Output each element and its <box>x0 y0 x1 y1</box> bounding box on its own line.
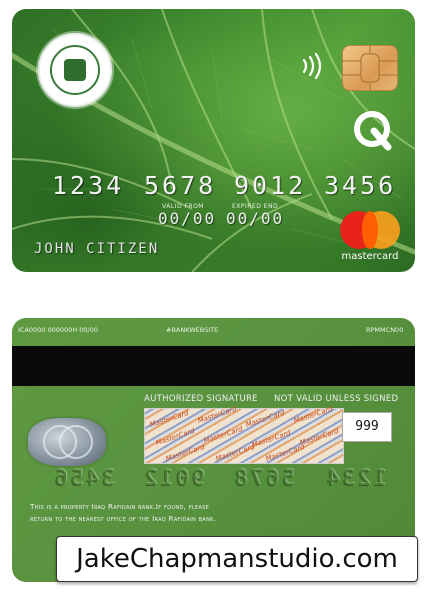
q-logo-icon <box>354 111 392 151</box>
card-number-group-3: 9012 <box>234 171 307 200</box>
card-number-group-2: 5678 <box>144 171 217 200</box>
panel-text: MasterCard <box>250 428 292 450</box>
panel-text: MasterCard <box>244 408 286 430</box>
magnetic-stripe <box>12 346 415 386</box>
panel-text: MasterCard <box>164 442 206 464</box>
card-number-group-1: 1234 <box>52 171 125 200</box>
bank-website: #BANKWEBSITE <box>166 326 219 334</box>
bank-seal-icon <box>38 33 112 107</box>
signature-panel: MasterCard MasterCard MasterCard MasterC… <box>144 404 344 464</box>
cvv-box: 999 <box>342 412 392 442</box>
panel-text: MasterCard <box>298 426 340 448</box>
panel-text: MasterCard <box>148 408 190 430</box>
property-notice: This is a property Iraq Rafidain bank.If… <box>30 501 330 525</box>
watermark-banner: JakeChapmanstudio.com <box>56 536 418 582</box>
expired-end-date: 00/00 <box>226 209 285 228</box>
panel-text: MasterCard <box>292 404 334 426</box>
chip-icon <box>342 45 398 91</box>
mastercard-logo-icon: mastercard <box>334 209 406 262</box>
hologram-icon <box>28 418 106 466</box>
property-line-2: return to the nearest office of the Iraq… <box>30 514 217 523</box>
panel-text: MasterCard <box>202 424 244 446</box>
panel-text: MasterCard <box>214 442 256 464</box>
back-code-right: RPMMCN00 <box>366 326 404 334</box>
panel-text: MasterCard <box>196 404 238 426</box>
contactless-icon <box>302 52 322 80</box>
embossed-group-1: 3456 <box>52 466 115 490</box>
embossed-group-3: 5678 <box>232 466 295 490</box>
cardholder-name: JOHN CITIZEN <box>34 241 160 257</box>
valid-from-date: 00/00 <box>158 209 217 228</box>
mastercard-wordmark: mastercard <box>341 251 399 262</box>
panel-text: MasterCard <box>154 426 196 448</box>
card-front: 1234 5678 9012 3456 VALID FROM EXPIRED E… <box>12 9 415 272</box>
authorized-signature-label: AUTHORIZED SIGNATURE <box>144 394 258 404</box>
back-code-left: ICA0000 000000H 00/00 <box>18 326 99 334</box>
card-number-group-4: 3456 <box>324 171 397 200</box>
embossed-group-2: 9012 <box>142 466 205 490</box>
property-line-1: This is a property Iraq Rafidain bank.If… <box>30 502 210 511</box>
not-valid-label: NOT VALID UNLESS SIGNED <box>274 394 399 404</box>
panel-text: MasterCard <box>264 442 306 464</box>
embossed-group-4: 1234 <box>324 466 387 490</box>
